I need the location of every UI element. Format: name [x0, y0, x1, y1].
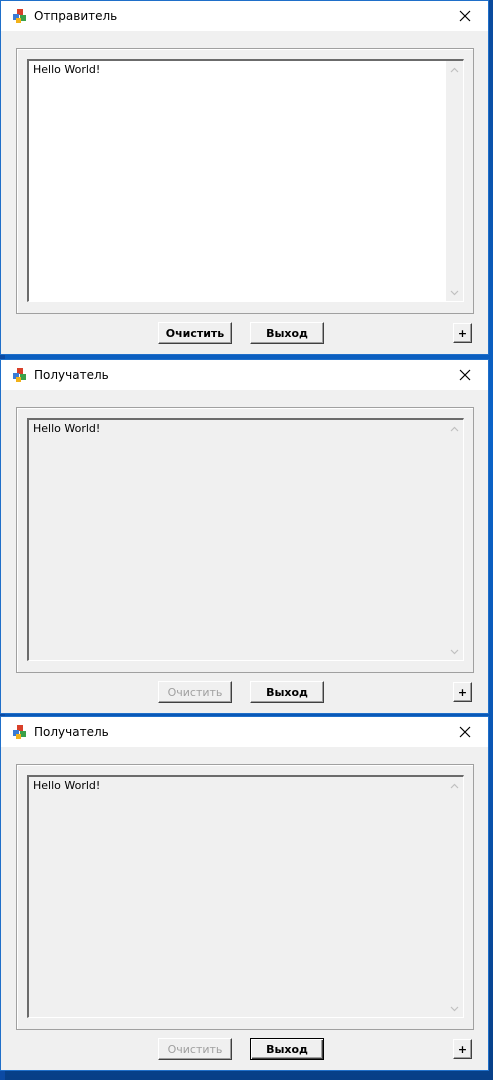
- close-button[interactable]: [442, 1, 488, 31]
- chevron-up-icon: [450, 783, 459, 788]
- window-title: Отправитель: [34, 9, 118, 23]
- expand-button[interactable]: +: [453, 1039, 472, 1059]
- exit-button[interactable]: Выход: [250, 1038, 324, 1060]
- clear-button[interactable]: Очистить: [158, 681, 232, 703]
- memo-group: Hello World!: [16, 48, 474, 314]
- receiver-window: Получатель Hello World! Очистить Выход +: [0, 716, 489, 1071]
- scroll-up-button[interactable]: [446, 420, 463, 437]
- receiver-window: Получатель Hello World! Очистить Выход +: [0, 359, 489, 714]
- message-memo[interactable]: Hello World!: [27, 59, 464, 302]
- chevron-up-icon: [450, 67, 459, 72]
- exit-button[interactable]: Выход: [250, 681, 324, 703]
- message-memo[interactable]: Hello World!: [27, 418, 464, 661]
- expand-button[interactable]: +: [453, 682, 472, 702]
- chevron-down-icon: [450, 649, 459, 654]
- app-icon: [12, 367, 28, 383]
- memo-group: Hello World!: [16, 764, 474, 1030]
- exit-button[interactable]: Выход: [250, 322, 324, 344]
- app-icon: [12, 724, 28, 740]
- message-memo[interactable]: Hello World!: [27, 775, 464, 1018]
- close-button[interactable]: [442, 360, 488, 390]
- close-icon: [459, 10, 471, 22]
- scroll-down-button[interactable]: [446, 1000, 463, 1017]
- window-title: Получатель: [34, 368, 109, 382]
- scroll-up-button[interactable]: [446, 61, 463, 78]
- memo-text: Hello World!: [33, 422, 101, 435]
- sender-window: Отправитель Hello World! Очистить Выход …: [0, 0, 489, 355]
- title-bar[interactable]: Получатель: [1, 717, 488, 747]
- app-icon: [12, 8, 28, 24]
- title-bar[interactable]: Получатель: [1, 360, 488, 390]
- expand-button[interactable]: +: [453, 323, 472, 343]
- vertical-scrollbar[interactable]: [446, 777, 463, 1017]
- memo-group: Hello World!: [16, 407, 474, 673]
- window-title: Получатель: [34, 725, 109, 739]
- chevron-down-icon: [450, 1006, 459, 1011]
- clear-button[interactable]: Очистить: [158, 1038, 232, 1060]
- close-icon: [459, 726, 471, 738]
- close-icon: [459, 369, 471, 381]
- clear-button[interactable]: Очистить: [158, 322, 232, 344]
- chevron-up-icon: [450, 426, 459, 431]
- chevron-down-icon: [450, 290, 459, 295]
- scroll-down-button[interactable]: [446, 643, 463, 660]
- vertical-scrollbar[interactable]: [446, 420, 463, 660]
- memo-text: Hello World!: [33, 779, 101, 792]
- vertical-scrollbar[interactable]: [446, 61, 463, 301]
- memo-text: Hello World!: [33, 63, 101, 76]
- close-button[interactable]: [442, 717, 488, 747]
- scroll-down-button[interactable]: [446, 284, 463, 301]
- title-bar[interactable]: Отправитель: [1, 1, 488, 31]
- scroll-up-button[interactable]: [446, 777, 463, 794]
